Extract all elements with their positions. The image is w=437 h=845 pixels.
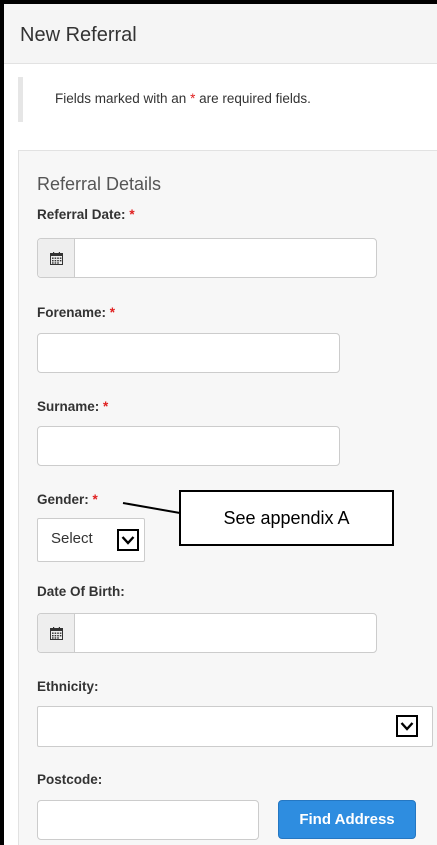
required-marker: * — [129, 207, 135, 222]
callout-text: See appendix A — [223, 507, 350, 528]
forename-label: Forename: * — [37, 305, 115, 320]
surname-label-text: Surname: — [37, 399, 100, 414]
gender-label: Gender: * — [37, 492, 98, 507]
ethnicity-label: Ethnicity: — [37, 679, 99, 694]
notice-prefix: Fields marked with an — [55, 91, 191, 106]
date-of-birth-field[interactable] — [37, 613, 377, 653]
ethnicity-select[interactable] — [37, 706, 433, 747]
date-of-birth-calendar-button[interactable] — [38, 614, 75, 652]
postcode-label-text: Postcode: — [37, 772, 103, 787]
calendar-icon — [49, 626, 63, 640]
required-marker: * — [92, 492, 98, 507]
referral-date-field[interactable] — [37, 238, 377, 278]
required-marker: * — [103, 399, 109, 414]
referral-date-calendar-button[interactable] — [38, 239, 75, 277]
postcode-label: Postcode: — [37, 772, 102, 787]
appendix-callout: See appendix A — [179, 490, 394, 546]
date-of-birth-label-text: Date Of Birth: — [37, 584, 125, 599]
notice-suffix: are required fields. — [195, 91, 311, 106]
notice-text: Fields marked with an * are required fie… — [55, 91, 311, 106]
gender-dropdown-button[interactable] — [117, 529, 139, 551]
chevron-down-icon — [121, 536, 135, 545]
postcode-input[interactable] — [37, 800, 259, 840]
surname-label: Surname: * — [37, 399, 108, 414]
section-title: Referral Details — [37, 174, 162, 194]
find-address-label: Find Address — [299, 811, 395, 828]
forename-input[interactable] — [37, 333, 340, 373]
ethnicity-label-text: Ethnicity: — [37, 679, 99, 694]
page-header: New Referral — [4, 4, 437, 64]
find-address-button[interactable]: Find Address — [278, 800, 416, 839]
ethnicity-dropdown-button[interactable] — [396, 715, 418, 737]
required-marker: * — [109, 305, 116, 320]
chevron-down-icon — [400, 722, 414, 731]
referral-date-label-text: Referral Date: — [37, 207, 126, 222]
gender-select[interactable]: Select — [37, 518, 145, 562]
gender-label-text: Gender: — [37, 492, 89, 507]
surname-input[interactable] — [37, 426, 340, 466]
page-title: New Referral — [20, 24, 137, 46]
forename-label-text: Forename: — [37, 305, 107, 320]
calendar-icon — [49, 251, 63, 265]
referral-date-label: Referral Date: * — [37, 207, 135, 222]
gender-selected-value: Select — [51, 530, 93, 547]
required-fields-notice: Fields marked with an * are required fie… — [18, 77, 437, 122]
date-of-birth-label: Date Of Birth: — [37, 584, 125, 599]
